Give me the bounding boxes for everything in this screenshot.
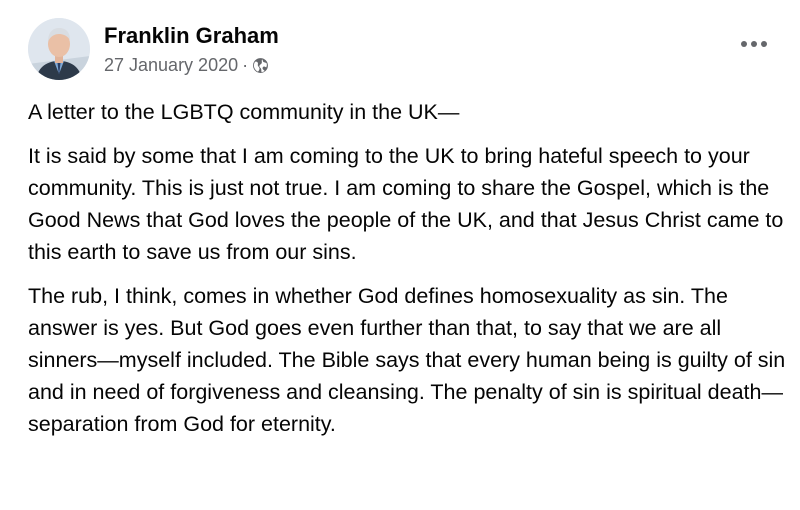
post-subline: 27 January 2020 · (104, 54, 279, 76)
post-date[interactable]: 27 January 2020 (104, 54, 238, 76)
avatar[interactable] (28, 18, 90, 80)
post-paragraph: The rub, I think, comes in whether God d… (28, 284, 786, 436)
post-body: A letter to the LGBTQ community in the U… (28, 96, 788, 452)
post-header: Franklin Graham 27 January 2020 · (28, 16, 279, 82)
globe-icon[interactable] (252, 57, 269, 74)
separator-dot: · (242, 55, 249, 75)
more-options-icon[interactable] (736, 32, 772, 56)
facebook-post: Franklin Graham 27 January 2020 · A lett… (0, 0, 800, 510)
avatar-image (28, 18, 90, 80)
post-paragraph: It is said by some that I am coming to t… (28, 144, 784, 264)
author-name[interactable]: Franklin Graham (104, 22, 279, 50)
post-paragraph: A letter to the LGBTQ community in the U… (28, 100, 460, 124)
post-meta: Franklin Graham 27 January 2020 · (104, 22, 279, 76)
